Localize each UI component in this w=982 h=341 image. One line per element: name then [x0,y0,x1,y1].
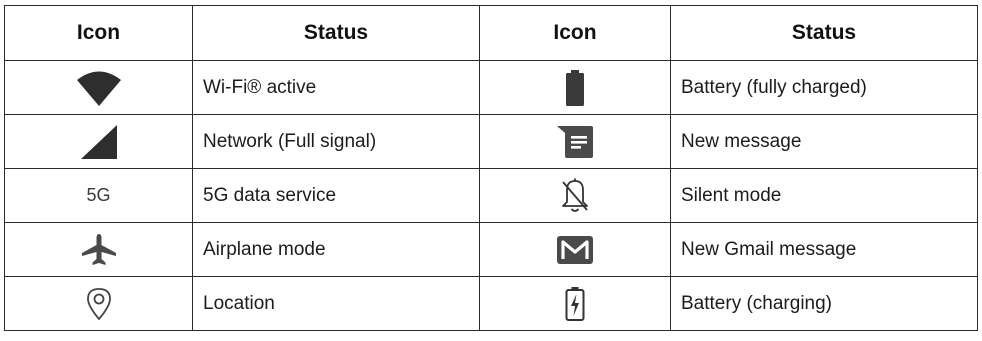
table-row: Network (Full signal) New message [4,114,978,169]
status-text: New Gmail message [670,222,978,277]
status-text: Airplane mode [192,222,480,277]
status-text: Location [192,276,480,331]
status-text: 5G data service [192,168,480,223]
header-status-left: Status [192,5,480,61]
table-row: 5G 5G data service Silent mode [4,168,978,223]
message-icon [557,125,593,158]
header-status-right: Status [670,5,978,61]
table-row: Wi-Fi® active Battery (fully charged) [4,60,978,115]
status-text: New message [670,114,978,169]
status-text: Network (Full signal) [192,114,480,169]
status-icons-table: Icon Status Icon Status Wi-Fi® active Ba… [4,5,978,331]
status-icons-table-wrapper: Icon Status Icon Status Wi-Fi® active Ba… [4,5,978,331]
status-text: Battery (fully charged) [670,60,978,115]
table-row: Location Battery (charging) [4,276,978,331]
table-row: Airplane mode New Gmail message [4,222,978,277]
table-header-row: Icon Status Icon Status [4,5,978,61]
battery-full-icon [565,69,585,106]
header-icon-left: Icon [4,5,193,61]
status-text: Battery (charging) [670,276,978,331]
header-icon-right: Icon [479,5,671,61]
wifi-icon [75,69,123,107]
gmail-icon [557,235,593,264]
signal-full-icon [80,124,117,159]
5g-icon: 5G [86,185,111,205]
location-pin-icon [86,287,112,321]
bell-off-icon [560,178,590,214]
status-text: Silent mode [670,168,978,223]
status-text: Wi-Fi® active [192,60,480,115]
battery-charging-icon [565,286,585,321]
airplane-icon [81,233,116,266]
